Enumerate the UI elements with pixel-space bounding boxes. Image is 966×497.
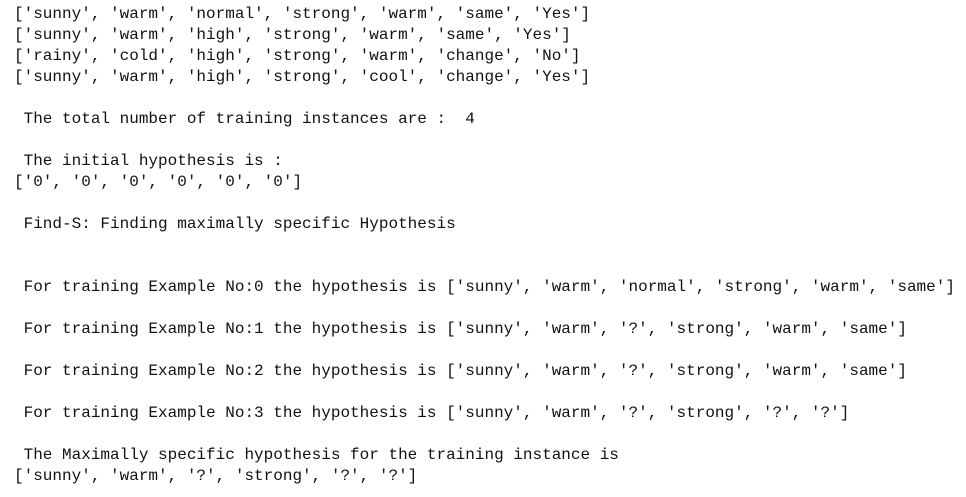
example-hypothesis-line: For training Example No:2 the hypothesis… <box>14 362 907 380</box>
initial-hypothesis-label: The initial hypothesis is : <box>14 152 293 170</box>
example-hypothesis-line: For training Example No:1 the hypothesis… <box>14 320 907 338</box>
training-row: ['sunny', 'warm', 'normal', 'strong', 'w… <box>14 5 591 23</box>
initial-hypothesis-value: ['0', '0', '0', '0', '0', '0'] <box>14 173 303 191</box>
training-row: ['rainy', 'cold', 'high', 'strong', 'war… <box>14 47 581 65</box>
console-output: ['sunny', 'warm', 'normal', 'strong', 'w… <box>14 4 955 487</box>
final-hypothesis-label: The Maximally specific hypothesis for th… <box>14 446 629 464</box>
example-hypothesis-line: For training Example No:3 the hypothesis… <box>14 404 850 422</box>
training-row: ['sunny', 'warm', 'high', 'strong', 'coo… <box>14 68 591 86</box>
find-s-heading: Find-S: Finding maximally specific Hypot… <box>14 215 456 233</box>
training-row: ['sunny', 'warm', 'high', 'strong', 'war… <box>14 26 571 44</box>
total-instances-line: The total number of training instances a… <box>14 110 475 128</box>
final-hypothesis-value: ['sunny', 'warm', '?', 'strong', '?', '?… <box>14 467 418 485</box>
example-hypothesis-line: For training Example No:0 the hypothesis… <box>14 278 955 296</box>
